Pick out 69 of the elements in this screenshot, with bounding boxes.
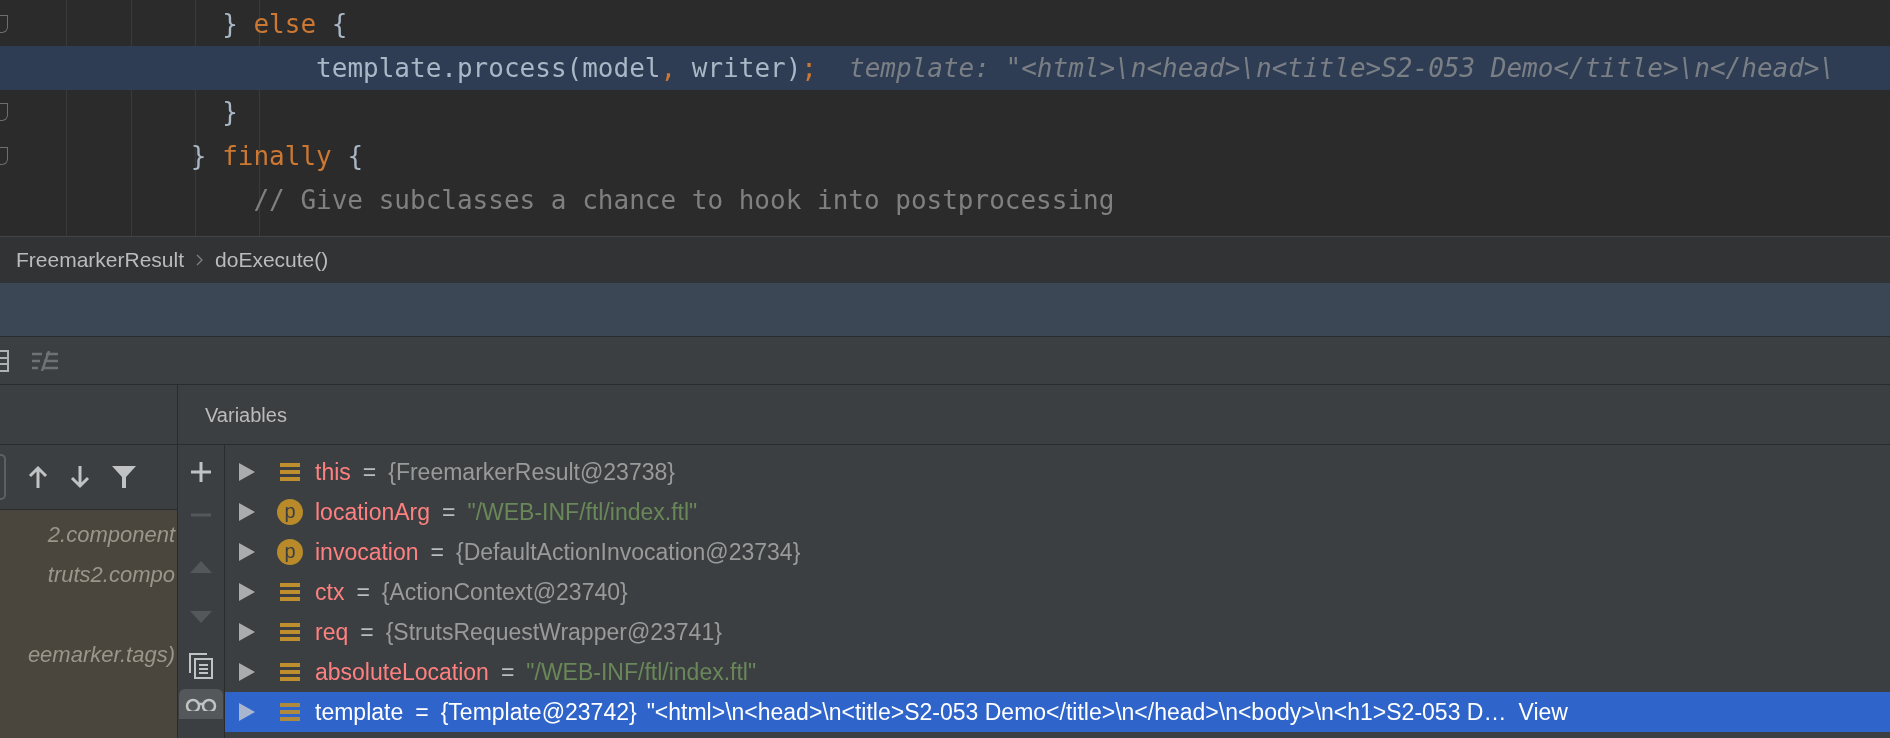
frame-item[interactable]: 2.component <box>47 517 175 551</box>
equals-sign: = <box>442 497 456 527</box>
filter-icon[interactable] <box>112 465 136 489</box>
inline-value-hint: template: "<html>\n<head>\n<title>S2-053 Demo</title>\n</head>\ <box>849 51 1836 85</box>
variable-name: req <box>315 617 349 647</box>
code-line: // Give subclasses a chance to hook into postprocessing <box>253 184 1115 217</box>
parameter-badge: p <box>277 539 303 565</box>
equals-sign: = <box>362 457 377 487</box>
field-icon <box>280 622 300 642</box>
variable-name: ctx <box>315 577 345 607</box>
expand-triangle-icon[interactable] <box>239 543 255 561</box>
variable-name: locationArg <box>315 497 431 527</box>
variable-name: template <box>315 697 404 727</box>
equals-sign: = <box>500 657 515 687</box>
arrow-up-icon[interactable] <box>28 465 48 489</box>
variable-row[interactable]: template = {Template@23742} "<html>\n<head>\n<title>S2-053 Demo</title>\n</head>\n<body>\n<h1>S2-053 D… View <box>225 692 1890 732</box>
breadcrumb-item[interactable]: FreemarkerResult <box>16 244 185 276</box>
frame-item[interactable]: truts2.compo <box>47 557 175 591</box>
variable-value: {DefaultActionInvocation@23734} <box>456 537 801 567</box>
variable-row[interactable]: p locationArg = "/WEB-INF/ftl/index.ftl" <box>225 492 1890 532</box>
equals-sign: = <box>415 697 429 727</box>
variable-value: {StrutsRequestWrapper@23741} <box>385 617 722 647</box>
code-line: } else { <box>222 8 348 41</box>
variable-value: "/WEB-INF/ftl/index.ftl" <box>526 657 757 687</box>
chevron-right-icon <box>196 254 204 266</box>
glasses-icon <box>185 697 217 711</box>
fold-icon[interactable] <box>0 15 8 33</box>
expand-triangle-icon[interactable] <box>239 583 255 601</box>
expand-triangle-icon[interactable] <box>239 623 255 641</box>
table-icon[interactable] <box>0 349 10 372</box>
variable-row[interactable]: ctx = {ActionContext@23740} <box>225 572 1890 612</box>
field-icon <box>280 662 300 682</box>
search-field[interactable] <box>0 454 6 500</box>
code-line: } finally { <box>190 140 364 173</box>
code-line: template.process(model, writer); <box>316 52 817 85</box>
variable-name: invocation <box>315 537 419 567</box>
expand-triangle-icon[interactable] <box>239 663 255 681</box>
variable-row[interactable]: absoluteLocation = "/WEB-INF/ftl/index.ftl" <box>225 652 1890 692</box>
arrow-down-icon[interactable] <box>70 465 90 489</box>
variable-value: {Template@23742} <box>440 697 637 727</box>
view-link[interactable]: View <box>1518 694 1568 730</box>
watch-button[interactable] <box>179 689 223 719</box>
parameter-badge: p <box>277 499 303 525</box>
expand-triangle-icon[interactable] <box>239 503 255 521</box>
equals-sign: = <box>356 577 370 607</box>
frame-item[interactable]: eemarker.tags) <box>27 637 175 671</box>
equals-sign: = <box>430 537 444 567</box>
expand-triangle-icon[interactable] <box>239 463 255 481</box>
field-icon <box>280 582 300 602</box>
variable-preview: "<html>\n<head>\n<title>S2-053 Demo</title>\n</head>\n<body>\n<h1>S2-053 D… <box>646 697 1507 727</box>
code-line: } <box>222 96 238 129</box>
variable-row[interactable]: p invocation = {DefaultActionInvocation@23734} <box>225 532 1890 572</box>
field-icon <box>280 702 300 722</box>
variable-value: "/WEB-INF/ftl/index.ftl" <box>467 497 698 527</box>
variable-value: {FreemarkerResult@23738} <box>388 457 675 487</box>
panel-title: Variables <box>205 402 287 428</box>
variable-row[interactable]: this = {FreemarkerResult@23738} <box>225 452 1890 492</box>
fold-icon[interactable] <box>0 147 8 165</box>
breadcrumb-item[interactable]: doExecute() <box>215 244 329 276</box>
variable-name: this <box>315 457 351 487</box>
variable-row[interactable]: req = {StrutsRequestWrapper@23741} <box>225 612 1890 652</box>
expand-triangle-icon[interactable] <box>239 703 255 721</box>
field-icon <box>280 462 300 482</box>
plus-icon[interactable] <box>190 461 212 483</box>
equals-sign: = <box>360 617 374 647</box>
variable-value: {ActionContext@23740} <box>381 577 628 607</box>
fold-icon[interactable] <box>0 103 8 121</box>
variable-name: absoluteLocation <box>315 657 489 687</box>
copy-icon[interactable] <box>189 653 213 679</box>
